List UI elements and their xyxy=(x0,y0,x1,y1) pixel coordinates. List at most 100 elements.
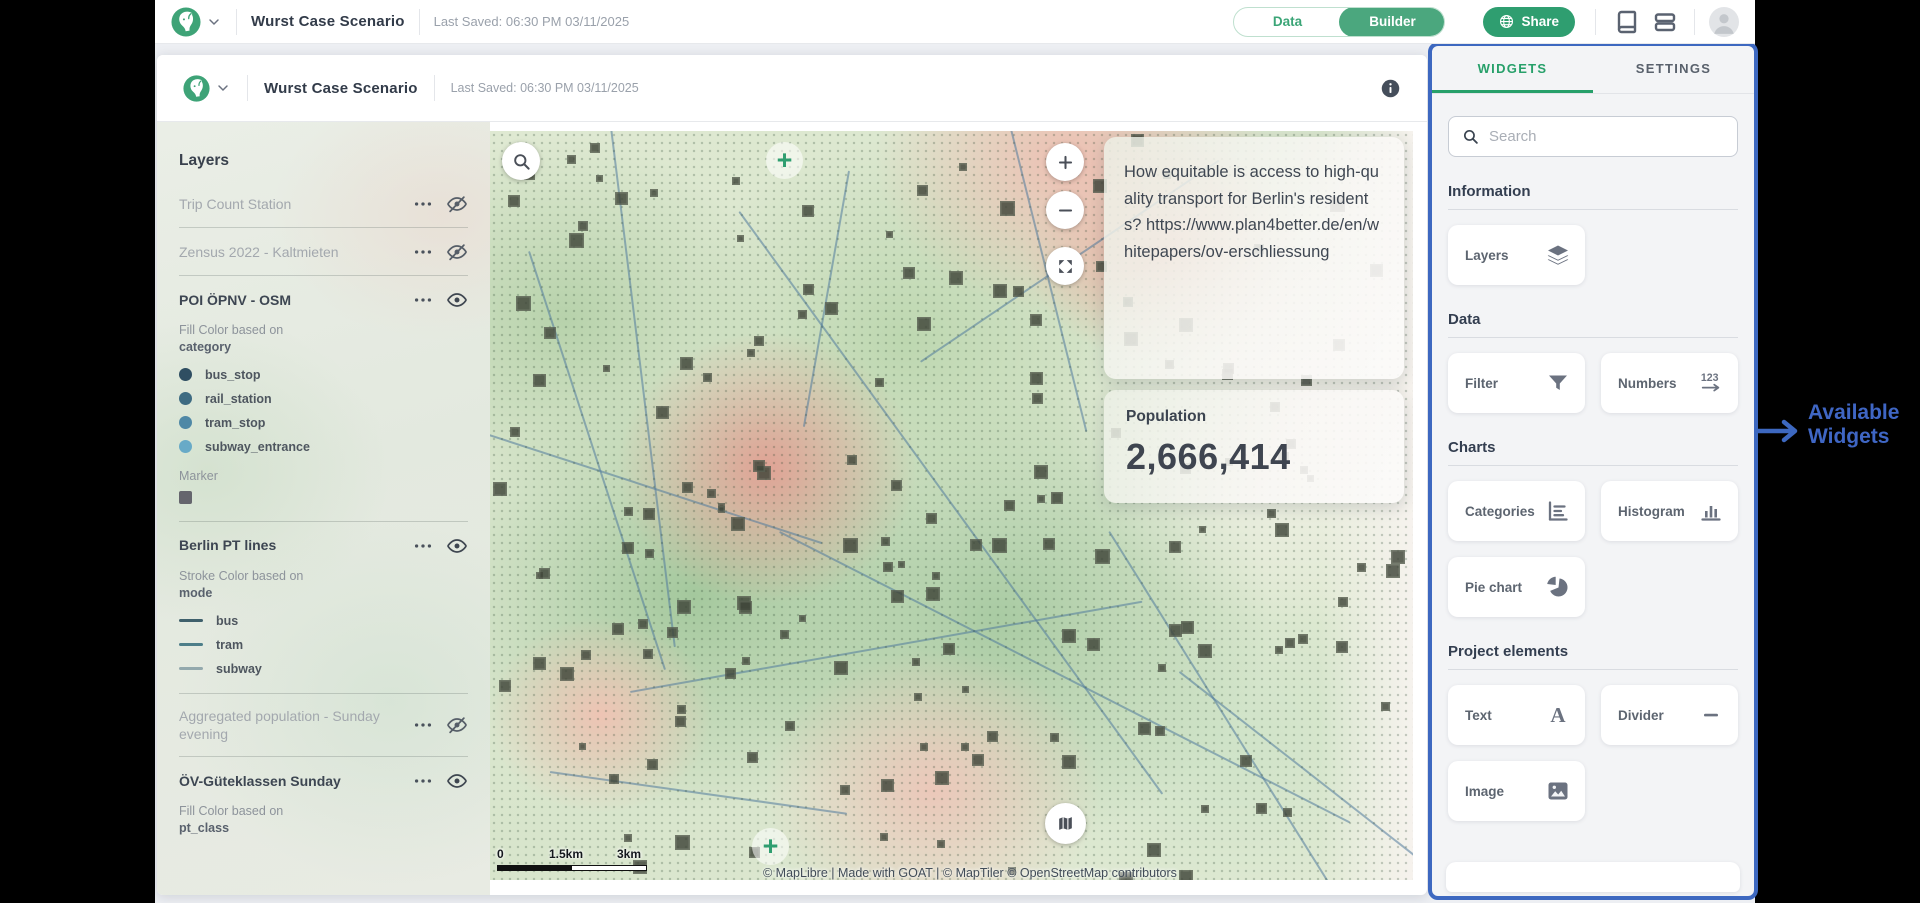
add-widget-top-button[interactable]: + xyxy=(766,142,803,179)
zoom-in-button[interactable] xyxy=(1046,143,1084,181)
text-widget[interactable]: How equitable is access to high-quality … xyxy=(1104,137,1404,379)
layer-item[interactable]: Aggregated population - Sunday evening xyxy=(179,694,468,758)
svg-text:123: 123 xyxy=(1701,372,1719,384)
layer-menu-button[interactable] xyxy=(412,714,434,736)
widget-card-histogram[interactable]: Histogram xyxy=(1601,481,1738,541)
goat-logo-icon[interactable] xyxy=(183,75,210,102)
numbers-icon: 123 xyxy=(1699,371,1723,395)
widget-card-label: Image xyxy=(1465,784,1546,799)
legend-caption: Fill Color based on xyxy=(179,802,468,821)
share-button[interactable]: Share xyxy=(1483,7,1575,37)
map-building-marker xyxy=(914,693,922,701)
map-building-marker xyxy=(596,175,603,182)
plus-icon xyxy=(1056,153,1075,172)
chevron-down-icon[interactable] xyxy=(206,14,222,30)
legend-field: mode xyxy=(179,586,468,600)
map-building-marker xyxy=(1240,755,1252,767)
basemap-button[interactable] xyxy=(1045,803,1086,844)
widget-card-numbers[interactable]: Numbers123 xyxy=(1601,353,1738,413)
map-building-marker xyxy=(1285,638,1295,648)
layer-item[interactable]: POI ÖPNV - OSMFill Color based oncategor… xyxy=(179,276,468,522)
layer-item[interactable]: Berlin PT linesStroke Color based onmode… xyxy=(179,522,468,694)
fullscreen-button[interactable] xyxy=(1046,247,1084,285)
map-building-marker xyxy=(840,785,850,795)
map-building-marker xyxy=(682,482,693,493)
map-building-marker xyxy=(799,615,806,622)
legend-item: subway xyxy=(179,657,468,681)
map-building-marker xyxy=(753,460,765,472)
map-building-marker xyxy=(643,649,653,659)
info-icon[interactable] xyxy=(1380,78,1401,99)
map-building-marker xyxy=(937,840,945,848)
section-title: Information xyxy=(1448,183,1738,200)
tab-settings[interactable]: SETTINGS xyxy=(1593,46,1754,93)
app-header: Wurst Case Scenario Last Saved: 06:30 PM… xyxy=(155,0,1755,44)
layer-menu-button[interactable] xyxy=(412,289,434,311)
widget-card-text[interactable]: TextA xyxy=(1448,685,1585,745)
eye-icon[interactable] xyxy=(446,535,468,557)
layer-name: Aggregated population - Sunday evening xyxy=(179,707,412,745)
map-icon xyxy=(1056,814,1075,833)
layer-item[interactable]: Zensus 2022 - Kaltmieten xyxy=(179,228,468,276)
eye-off-icon[interactable] xyxy=(446,241,468,263)
goat-logo-icon[interactable] xyxy=(171,7,201,37)
eye-off-icon[interactable] xyxy=(446,193,468,215)
layer-item[interactable]: ÖV-Güteklassen SundayFill Color based on… xyxy=(179,757,468,856)
map-building-marker xyxy=(675,716,686,727)
builder-tab-button[interactable]: Builder xyxy=(1339,7,1445,37)
map-building-marker xyxy=(1034,465,1048,479)
map-building-marker xyxy=(533,657,546,670)
chevron-down-icon[interactable] xyxy=(215,80,231,96)
widget-card-layers[interactable]: Layers xyxy=(1448,225,1585,285)
map-building-marker xyxy=(579,743,586,750)
widget-card-filter[interactable]: Filter xyxy=(1448,353,1585,413)
layer-name: Trip Count Station xyxy=(179,195,412,214)
layer-menu-button[interactable] xyxy=(412,241,434,263)
panel-tabs: WIDGETS SETTINGS xyxy=(1432,46,1754,94)
last-saved-text: Last Saved: 06:30 PM 03/11/2025 xyxy=(434,14,630,29)
legend-swatch xyxy=(179,667,203,670)
legend-caption: Stroke Color based on xyxy=(179,567,468,586)
divider-icon xyxy=(1699,703,1723,727)
data-stack-icon[interactable] xyxy=(1653,10,1677,34)
widget-card-divider[interactable]: Divider xyxy=(1601,685,1738,745)
map-building-marker xyxy=(987,731,998,742)
map-search-button[interactable] xyxy=(502,142,540,180)
map-building-marker xyxy=(785,721,795,731)
docs-book-icon[interactable] xyxy=(1615,10,1639,34)
map-building-marker xyxy=(926,587,940,601)
map-building-marker xyxy=(1030,314,1042,326)
eye-icon[interactable] xyxy=(446,289,468,311)
svg-text:A: A xyxy=(1550,703,1566,727)
layer-menu-button[interactable] xyxy=(412,770,434,792)
layer-menu-button[interactable] xyxy=(412,193,434,215)
widget-card-label: Numbers xyxy=(1618,376,1699,391)
eye-icon[interactable] xyxy=(446,770,468,792)
eye-off-icon[interactable] xyxy=(446,714,468,736)
tab-widgets[interactable]: WIDGETS xyxy=(1432,46,1593,93)
map-canvas[interactable]: + xyxy=(490,131,1413,880)
scale-start: 0 xyxy=(497,847,504,861)
map-building-marker xyxy=(1336,641,1348,653)
add-widget-bottom-button[interactable]: + xyxy=(752,828,789,865)
map-building-marker xyxy=(675,835,690,850)
layer-menu-button[interactable] xyxy=(412,535,434,557)
map-building-marker xyxy=(935,771,949,785)
map-building-marker xyxy=(803,284,814,295)
user-avatar[interactable] xyxy=(1709,7,1739,37)
widget-card-label: Divider xyxy=(1618,708,1699,723)
zoom-out-button[interactable] xyxy=(1046,191,1084,229)
widget-search-input[interactable] xyxy=(1489,128,1724,145)
legend-item: tram xyxy=(179,633,468,657)
widget-card-image[interactable]: Image xyxy=(1448,761,1585,821)
layers-icon xyxy=(1546,243,1570,267)
population-widget[interactable]: Population 2,666,414 xyxy=(1104,390,1404,503)
map-building-marker xyxy=(1037,495,1045,503)
map-building-marker xyxy=(883,562,893,572)
layers-legend-panel: Layers Trip Count StationZensus 2022 - K… xyxy=(157,122,490,895)
widget-card-pie-chart[interactable]: Pie chart xyxy=(1448,557,1585,617)
layer-item[interactable]: Trip Count Station xyxy=(179,180,468,228)
data-tab-button[interactable]: Data xyxy=(1234,8,1340,35)
map-building-marker xyxy=(747,752,758,763)
widget-card-categories[interactable]: Categories xyxy=(1448,481,1585,541)
